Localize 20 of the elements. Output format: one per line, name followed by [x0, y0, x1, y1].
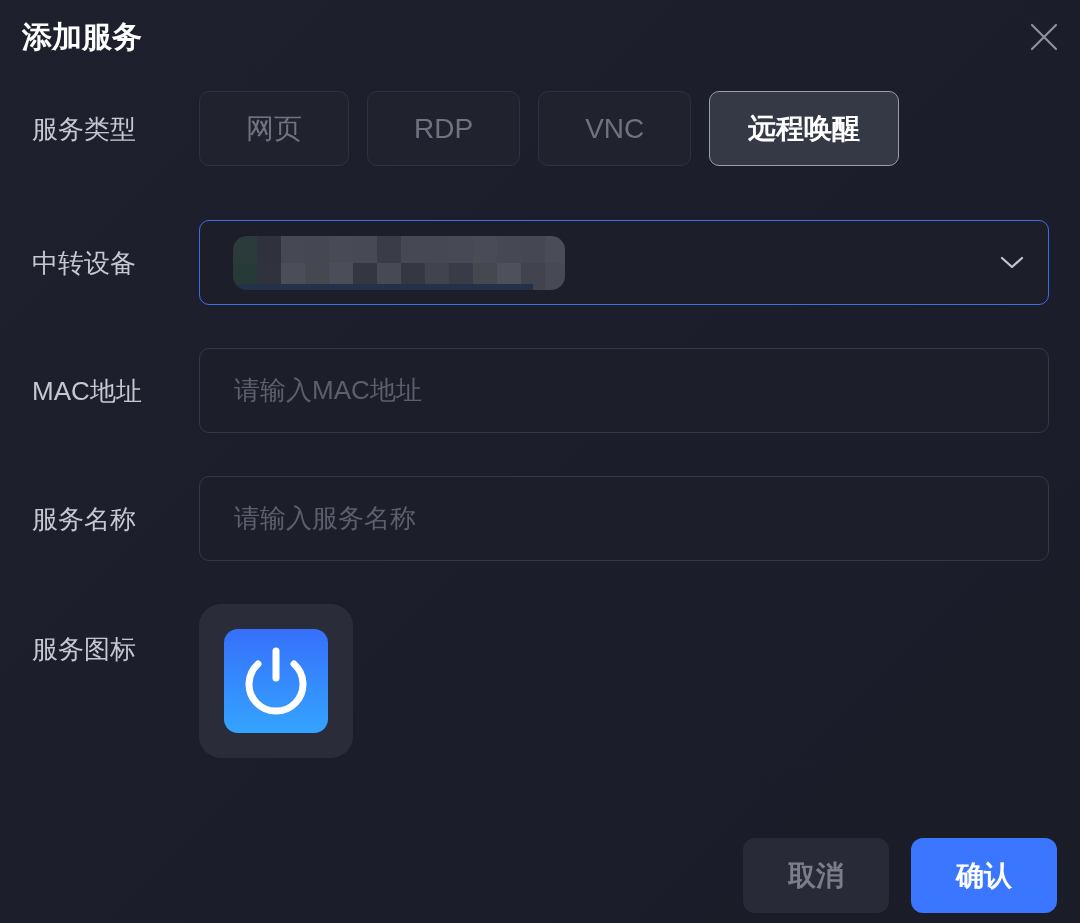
field-label: 中转设备: [32, 247, 137, 278]
input-field[interactable]: 请输入服务名称: [199, 476, 1049, 561]
service-type-option[interactable]: RDP: [367, 91, 521, 166]
cancel-button[interactable]: 取消: [743, 838, 889, 913]
service-type-option[interactable]: 远程唤醒: [709, 91, 900, 166]
input-field[interactable]: 请输入MAC地址: [199, 348, 1049, 433]
icon-picker-button[interactable]: [199, 604, 353, 758]
service-type-option[interactable]: 网页: [199, 91, 349, 166]
confirm-button[interactable]: 确认: [911, 838, 1057, 913]
field-label: 服务名称: [32, 503, 137, 534]
field-label: 服务类型: [32, 113, 137, 144]
power-icon: [224, 629, 328, 733]
chevron-down-icon: [1000, 255, 1024, 270]
field-label: 服务图标: [32, 633, 137, 664]
dialog-title: 添加服务: [22, 19, 142, 55]
close-button[interactable]: [1030, 23, 1058, 51]
close-icon: [1030, 23, 1058, 51]
service-type-option[interactable]: VNC: [538, 91, 692, 166]
field-label: MAC地址: [32, 375, 143, 406]
dropdown-field[interactable]: [199, 220, 1049, 305]
